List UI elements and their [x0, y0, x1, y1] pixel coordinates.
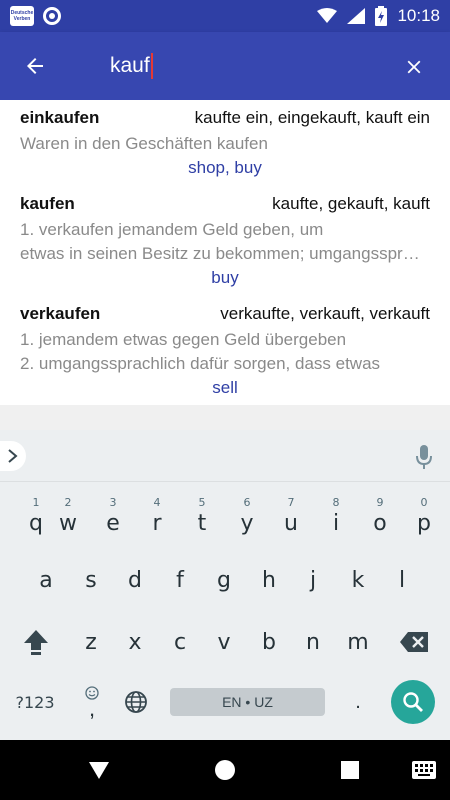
back-button[interactable]	[20, 52, 50, 80]
verb-definition: 2. umgangssprachlich dafür sorgen, dass …	[20, 354, 381, 373]
verb-translation: shop, buy	[188, 158, 262, 177]
backspace-icon	[400, 632, 428, 652]
nav-recents-button[interactable]	[338, 758, 362, 782]
keyboard-switch-button[interactable]	[412, 758, 436, 782]
list-item[interactable]: kaufen kaufte, gekauft, kauft 1. verkauf…	[20, 194, 430, 290]
verb-title: kaufen	[20, 194, 75, 213]
key-v[interactable]: v	[202, 618, 246, 666]
verb-forms: kaufte, gekauft, kauft	[272, 194, 430, 213]
verb-title: einkaufen	[20, 108, 100, 127]
status-bar: Deutsche Verben 10:18	[0, 0, 450, 32]
comma-emoji-key[interactable]: ,	[72, 680, 112, 724]
close-icon	[407, 60, 421, 74]
key-x[interactable]: x	[113, 618, 157, 666]
period-key[interactable]: .	[340, 680, 376, 724]
key-a[interactable]: a	[24, 556, 68, 604]
clock: 10:18	[397, 6, 440, 25]
key-u[interactable]: 7u	[269, 494, 313, 542]
key-d[interactable]: d	[113, 556, 157, 604]
soft-keyboard: 1q 2w 3e 4r 5t 6y 7u 8i 9o 0p a s d f g …	[0, 430, 450, 740]
key-t[interactable]: 5t	[180, 494, 224, 542]
search-input[interactable]: kauf	[110, 52, 153, 80]
search-query: kauf	[110, 54, 150, 77]
triangle-back-icon	[89, 762, 109, 779]
key-n[interactable]: n	[291, 618, 335, 666]
search-app-bar: kauf	[0, 32, 450, 100]
verb-definition: Waren in den Geschäften kaufen	[20, 134, 268, 153]
notification-circle-icon	[43, 7, 61, 25]
key-g[interactable]: g	[202, 556, 246, 604]
search-action-key[interactable]	[391, 680, 435, 724]
key-h[interactable]: h	[247, 556, 291, 604]
key-l[interactable]: l	[380, 556, 424, 604]
key-c[interactable]: c	[158, 618, 202, 666]
keyboard-toolbar	[0, 430, 450, 482]
battery-icon	[375, 6, 388, 26]
symbols-key[interactable]: ?123	[10, 680, 60, 724]
app-logo: Deutsche Verben	[10, 6, 34, 26]
search-icon	[403, 692, 423, 712]
system-nav-bar	[0, 740, 450, 800]
microphone-icon	[416, 445, 432, 469]
key-p[interactable]: 0p	[402, 494, 446, 542]
verb-definition: 1. jemandem etwas gegen Geld übergeben	[20, 330, 347, 349]
key-k[interactable]: k	[336, 556, 380, 604]
list-item[interactable]: einkaufen kaufte ein, eingekauft, kauft …	[20, 108, 430, 180]
voice-input-button[interactable]	[412, 443, 436, 471]
globe-icon	[125, 691, 147, 713]
comma-label: ,	[88, 696, 96, 721]
wifi-icon	[317, 8, 338, 23]
list-item[interactable]: verkaufen verkaufte, verkauft, verkauft …	[20, 304, 430, 400]
nav-home-button[interactable]	[213, 758, 237, 782]
verb-forms: verkaufte, verkauft, verkauft	[220, 304, 430, 323]
expand-toolbar-button[interactable]	[0, 441, 26, 471]
key-s[interactable]: s	[69, 556, 113, 604]
arrow-left-icon	[27, 58, 43, 74]
key-j[interactable]: j	[291, 556, 335, 604]
key-y[interactable]: 6y	[225, 494, 269, 542]
key-z[interactable]: z	[69, 618, 113, 666]
text-cursor	[150, 53, 153, 79]
key-b[interactable]: b	[247, 618, 291, 666]
nav-back-button[interactable]	[87, 758, 111, 782]
square-recents-icon	[341, 761, 359, 779]
verb-definition: 1. verkaufen jemandem Geld geben, um	[20, 220, 324, 239]
results-list: einkaufen kaufte ein, eingekauft, kauft …	[0, 100, 450, 405]
language-switch-key[interactable]	[118, 680, 154, 724]
verb-translation: buy	[211, 268, 239, 287]
clear-search-button[interactable]	[400, 53, 428, 81]
key-w[interactable]: 2w	[46, 494, 90, 542]
key-i[interactable]: 8i	[314, 494, 358, 542]
list-background	[0, 405, 450, 430]
keyboard-icon	[412, 761, 436, 779]
verb-definition: etwas in seinen Besitz zu bekommen; umga…	[20, 244, 425, 263]
verb-forms: kaufte ein, eingekauft, kauft ein	[194, 108, 430, 127]
circle-home-icon	[215, 760, 235, 780]
key-e[interactable]: 3e	[91, 494, 135, 542]
key-r[interactable]: 4r	[135, 494, 179, 542]
key-o[interactable]: 9o	[358, 494, 402, 542]
status-icons: 10:18	[317, 0, 440, 32]
verb-translation: sell	[212, 378, 238, 397]
chevron-right-icon	[8, 449, 18, 463]
shift-icon	[24, 630, 48, 655]
verb-title: verkaufen	[20, 304, 101, 323]
key-f[interactable]: f	[158, 556, 202, 604]
backspace-key[interactable]	[390, 618, 438, 666]
shift-key[interactable]	[14, 618, 58, 666]
space-key[interactable]: EN • UZ	[170, 688, 325, 716]
key-m[interactable]: m	[336, 618, 380, 666]
signal-icon	[347, 8, 366, 24]
